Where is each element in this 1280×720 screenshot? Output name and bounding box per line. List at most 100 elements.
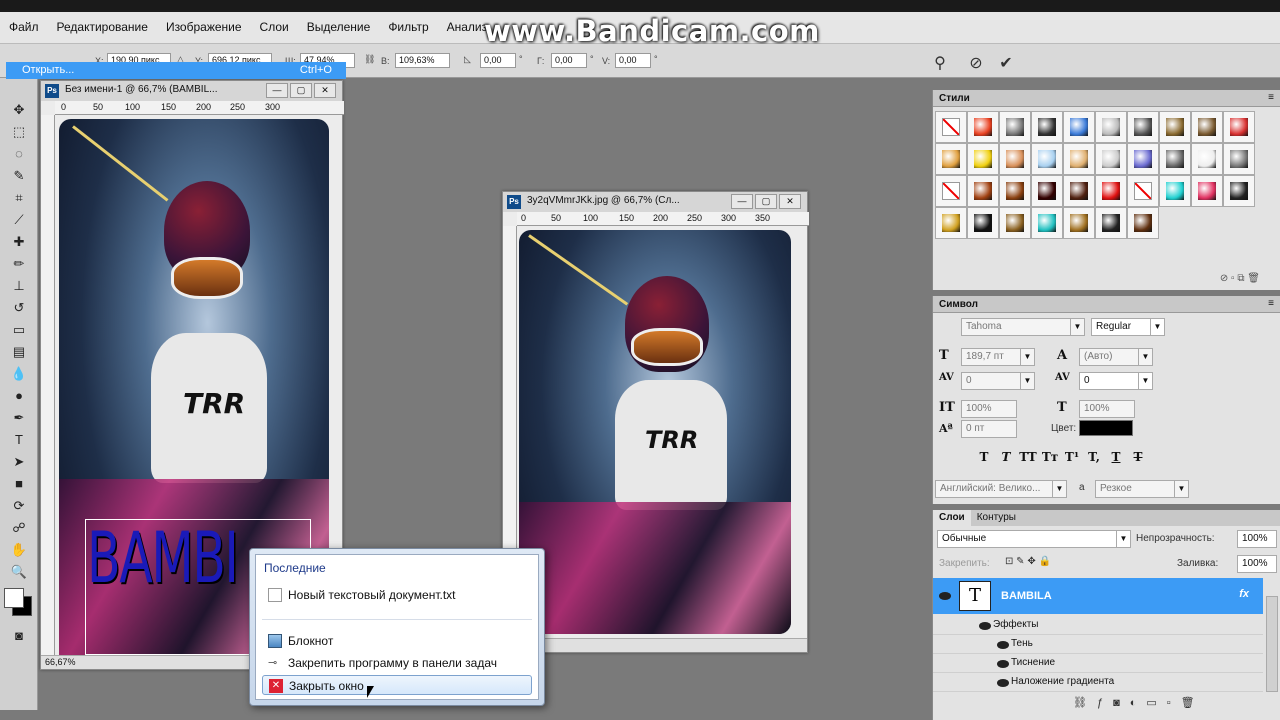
menu-edit[interactable]: Редактирование [48, 20, 157, 34]
doc1-zoom[interactable]: 66,67% [45, 657, 76, 667]
open-menu-item[interactable]: Открыть... Ctrl+O [6, 62, 346, 79]
menu-file[interactable]: Файл [0, 20, 48, 34]
brush-tool-icon[interactable]: ✏ [5, 254, 33, 274]
commit-transform-icon[interactable]: ✔ [996, 53, 1016, 72]
style-preset-swatch[interactable] [935, 207, 967, 239]
blur-tool-icon[interactable]: 💧 [5, 364, 33, 384]
doc1-close-button[interactable]: ✕ [314, 83, 336, 98]
styles-footer-icons[interactable]: ⊘ ▫ ⧉ 🗑 [1220, 273, 1260, 284]
subscript-button[interactable]: T, [1083, 450, 1105, 464]
type-tool-icon[interactable]: T [5, 430, 33, 450]
style-preset-swatch[interactable] [1095, 175, 1127, 207]
shape-tool-icon[interactable]: ■ [5, 474, 33, 494]
style-preset-swatch[interactable] [1191, 111, 1223, 143]
style-preset-swatch[interactable] [967, 143, 999, 175]
tracking-field[interactable]: 0 ▼ [1079, 372, 1153, 390]
style-preset-swatch[interactable] [1095, 111, 1127, 143]
strikethrough-button[interactable]: T [1127, 450, 1149, 464]
effect-row-emboss[interactable]: Тиснение [933, 654, 1263, 673]
style-preset-swatch[interactable] [967, 207, 999, 239]
style-preset-swatch[interactable] [999, 207, 1031, 239]
healing-brush-icon[interactable]: ✚ [5, 232, 33, 252]
kerning-field[interactable]: 0 ▼ [961, 372, 1035, 390]
style-preset-swatch[interactable] [1031, 111, 1063, 143]
style-preset-swatch[interactable] [999, 175, 1031, 207]
text-color-swatch[interactable] [1079, 420, 1133, 436]
doc2-maximize-button[interactable]: ▢ [755, 194, 777, 209]
style-preset-swatch[interactable] [1127, 175, 1159, 207]
style-preset-swatch[interactable] [1127, 143, 1159, 175]
style-preset-swatch[interactable] [1031, 207, 1063, 239]
faux-italic-button[interactable]: T [995, 450, 1017, 464]
history-brush-icon[interactable]: ↺ [5, 298, 33, 318]
style-preset-swatch[interactable] [1127, 207, 1159, 239]
menu-layers[interactable]: Слои [251, 20, 298, 34]
height-field[interactable]: 109,63% [395, 53, 450, 68]
style-preset-swatch[interactable] [1063, 207, 1095, 239]
vskew-field[interactable]: 0,00 [615, 53, 651, 68]
menu-image[interactable]: Изображение [157, 20, 251, 34]
style-preset-swatch[interactable] [1191, 175, 1223, 207]
style-preset-swatch[interactable] [1031, 175, 1063, 207]
blend-mode-select[interactable]: Обычные ▼ [937, 530, 1131, 548]
hand-tool-icon[interactable]: ✋ [5, 540, 33, 560]
hskew-field[interactable]: 0,00 [551, 53, 587, 68]
effect-row-gradient-overlay[interactable]: Наложение градиента [933, 673, 1263, 692]
style-preset-swatch[interactable] [999, 143, 1031, 175]
style-preset-swatch[interactable] [1223, 143, 1255, 175]
opacity-field[interactable]: 100% [1237, 530, 1277, 548]
font-style-select[interactable]: Regular ▼ [1091, 318, 1165, 336]
style-preset-swatch[interactable] [935, 111, 967, 143]
lasso-tool-icon[interactable]: ◌ [5, 144, 33, 164]
fill-field[interactable]: 100% [1237, 555, 1277, 573]
faux-bold-button[interactable]: T [973, 450, 995, 464]
layer-fx-icon[interactable]: fx [1239, 588, 1249, 600]
style-preset-swatch[interactable] [1095, 143, 1127, 175]
font-family-select[interactable]: Tahoma ▼ [961, 318, 1085, 336]
effect-row-shadow[interactable]: Тень [933, 635, 1263, 654]
quick-select-icon[interactable]: ✎ [5, 166, 33, 186]
style-preset-swatch[interactable] [1223, 175, 1255, 207]
dodge-tool-icon[interactable]: ● [5, 386, 33, 406]
tab-paths[interactable]: Контуры [971, 510, 1022, 526]
gradient-tool-icon[interactable]: ▤ [5, 342, 33, 362]
all-caps-button[interactable]: TT [1017, 450, 1039, 464]
layers-footer-icons[interactable]: ⛓ƒ◙◐▭▫🗑 [1073, 696, 1205, 709]
baseline-shift-field[interactable]: 0 пт [961, 420, 1017, 438]
style-preset-swatch[interactable] [967, 175, 999, 207]
recent-file-item[interactable]: Новый текстовый документ.txt [262, 585, 532, 605]
foreground-color-swatch[interactable] [4, 588, 24, 608]
style-preset-swatch[interactable] [1095, 207, 1127, 239]
doc1-maximize-button[interactable]: ▢ [290, 83, 312, 98]
marquee-tool-icon[interactable]: ⬚ [5, 122, 33, 142]
layers-scrollbar[interactable] [1266, 596, 1278, 692]
vertical-scale-field[interactable]: 100% [961, 400, 1017, 418]
stamp-tool-icon[interactable]: ⊥ [5, 276, 33, 296]
leading-field[interactable]: (Авто) ▼ [1079, 348, 1153, 366]
document-window-2[interactable]: Ps 3y2qVMmrJKk.jpg @ 66,7% (Сл... — ▢ ✕ … [502, 191, 809, 653]
visibility-eye-icon[interactable] [979, 622, 991, 630]
notepad-item[interactable]: Блокнот [262, 631, 532, 651]
3d-rotate-icon[interactable]: ⟳ [5, 496, 33, 516]
doc2-canvas[interactable]: TRR [519, 230, 791, 634]
style-preset-swatch[interactable] [1191, 143, 1223, 175]
doc2-close-button[interactable]: ✕ [779, 194, 801, 209]
style-preset-swatch[interactable] [1159, 143, 1191, 175]
horizontal-scale-field[interactable]: 100% [1079, 400, 1135, 418]
underline-button[interactable]: T [1105, 450, 1127, 464]
path-select-icon[interactable]: ➤ [5, 452, 33, 472]
color-swatches[interactable] [0, 584, 37, 624]
styles-tab[interactable]: Стили ≡ [933, 90, 1280, 107]
character-tab[interactable]: Символ ≡ [933, 296, 1280, 313]
style-preset-swatch[interactable] [1159, 175, 1191, 207]
style-preset-swatch[interactable] [1063, 111, 1095, 143]
cancel-transform-icon[interactable]: ⊘ [966, 53, 986, 72]
panel-menu-icon[interactable]: ≡ [1268, 298, 1274, 309]
layer-name[interactable]: BAMBILA [1001, 590, 1052, 602]
panel-menu-icon[interactable]: ≡ [1268, 92, 1274, 103]
pin-taskbar-item[interactable]: ⊸ Закрепить программу в панели задач [262, 653, 532, 673]
doc1-minimize-button[interactable]: — [266, 83, 288, 98]
pen-tool-icon[interactable]: ✒ [5, 408, 33, 428]
style-preset-swatch[interactable] [1159, 111, 1191, 143]
doc2-titlebar[interactable]: Ps 3y2qVMmrJKk.jpg @ 66,7% (Сл... — ▢ ✕ [503, 192, 807, 212]
